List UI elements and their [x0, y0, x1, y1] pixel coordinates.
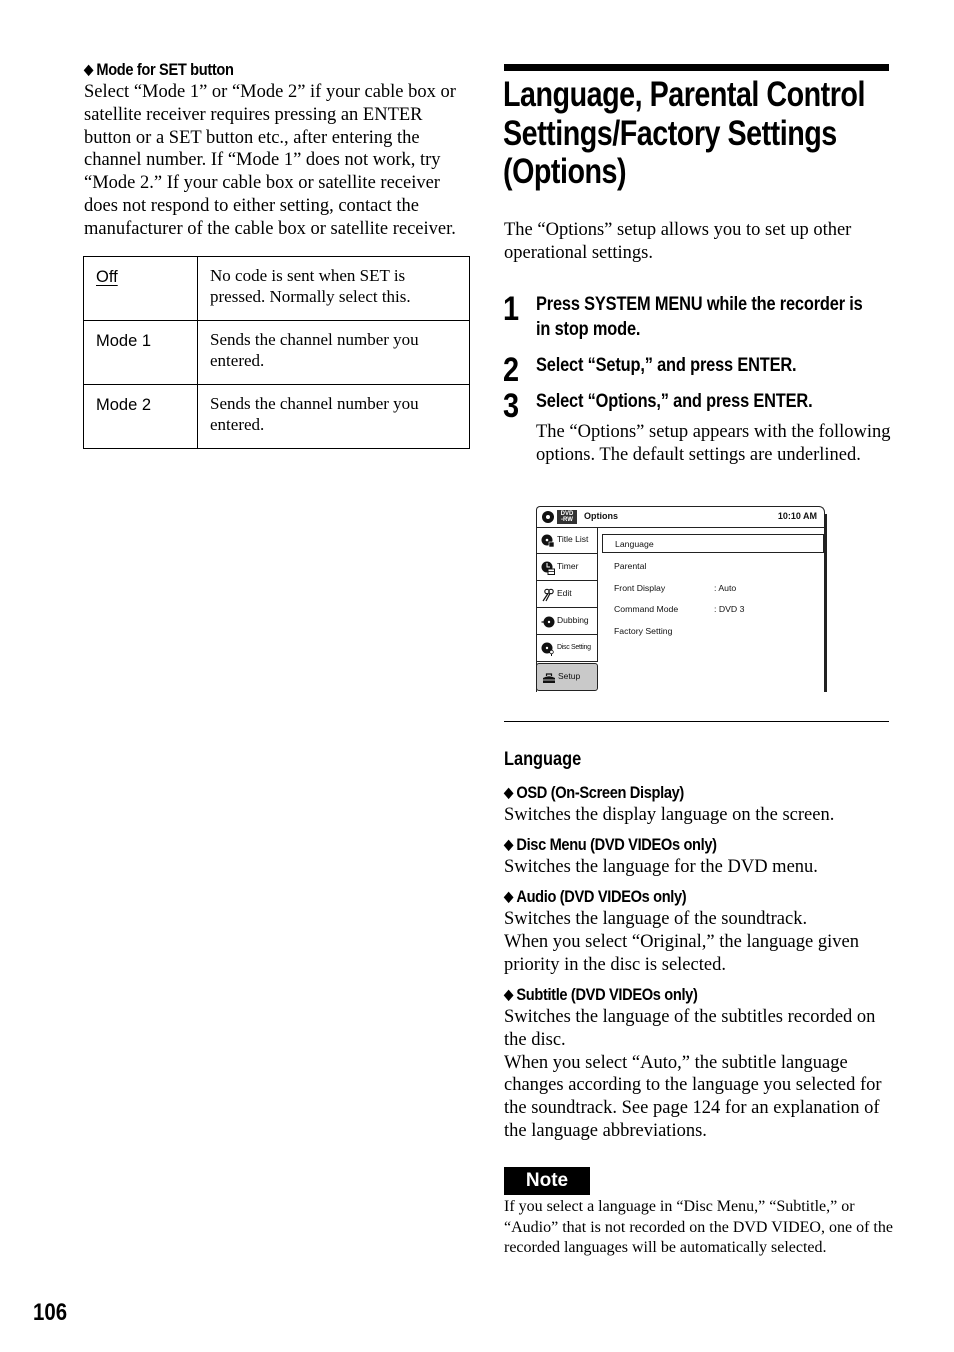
osd-header: DVD -RW Options 10:10 AM — [536, 506, 826, 528]
language-option-disc-menu: ◆ Disc Menu (DVD VIDEOs only) Switches th… — [504, 833, 894, 879]
option-description: Switches the display language on the scr… — [504, 805, 835, 825]
set-button-mode-section: ◆ Mode for SET button Select “Mode 1” or … — [84, 58, 474, 241]
sidebar-item-title-list[interactable]: Title List — [536, 527, 598, 554]
setup-toolbox-icon — [543, 673, 555, 683]
osd-clock: 10:10 AM — [777, 511, 817, 521]
osd-options-menu: Language Parental Front Display: Auto Co… — [602, 534, 824, 643]
dubbing-icon — [541, 616, 555, 628]
dvd-rw-badge-icon: DVD -RW — [557, 510, 577, 524]
options-screen-illustration: DVD -RW Options 10:10 AM Title List Timer… — [536, 506, 828, 692]
title-list-icon — [541, 534, 555, 548]
step-3-description: The “Options” setup appears with the fol… — [536, 422, 891, 465]
sidebar-item-setup[interactable]: Setup — [536, 663, 598, 691]
option-description: Switches the language of the soundtrack. — [504, 909, 808, 929]
sidebar-item-timer[interactable]: Timer — [536, 554, 598, 581]
option-description: When you select “Original,” the language… — [504, 931, 859, 975]
section-top-rule — [504, 64, 889, 71]
page-number: 106 — [33, 1299, 68, 1326]
sidebar-item-edit[interactable]: Edit — [536, 581, 598, 608]
diamond-bullet-icon: ◆ — [504, 986, 513, 1002]
command-mode-value: : DVD 3 — [714, 604, 745, 615]
table-row: Off No code is sent when SET is pressed.… — [83, 256, 470, 321]
diamond-bullet-icon: ◆ — [84, 61, 93, 77]
option-mode-1: Mode 1 — [83, 320, 198, 385]
disc-icon — [542, 511, 554, 523]
option-off: Off — [96, 268, 118, 286]
step-instruction: Press SYSTEM MENU while the recorder is … — [536, 293, 863, 340]
option-description: Sends the channel number you entered. — [197, 320, 470, 385]
edit-scissors-icon — [542, 588, 554, 602]
step-instruction: Select “Options,” and press ENTER. — [536, 390, 813, 412]
section-intro: The “Options” setup allows you to set up… — [504, 220, 852, 263]
step-number: 2 — [503, 351, 520, 389]
diamond-bullet-icon: ◆ — [504, 784, 513, 800]
option-mode-2: Mode 2 — [83, 384, 198, 449]
table-row: Mode 2 Sends the channel number you ente… — [83, 384, 470, 449]
front-display-value: : Auto — [714, 582, 737, 593]
table-row: Mode 1 Sends the channel number you ente… — [83, 320, 470, 385]
option-description: When you select “Auto,” the subtitle lan… — [504, 1052, 882, 1141]
osd-sidebar: Title List Timer Edit Dubbing Disc Setti… — [536, 527, 598, 691]
section-title: Language, Parental Control Settings/Fact… — [503, 75, 865, 191]
step-number: 1 — [503, 290, 520, 328]
menu-item-factory-setting[interactable]: Factory Setting — [602, 621, 824, 643]
osd-title: Options — [584, 511, 618, 521]
option-heading: Disc Menu (DVD VIDEOs only) — [516, 835, 717, 854]
language-option-osd: ◆ OSD (On-Screen Display) Switches the di… — [504, 781, 894, 827]
menu-item-language[interactable]: Language — [602, 534, 824, 553]
section-divider — [504, 721, 889, 723]
menu-item-front-display[interactable]: Front Display: Auto — [602, 578, 824, 600]
option-heading: Audio (DVD VIDEOs only) — [516, 887, 687, 906]
option-heading: Subtitle (DVD VIDEOs only) — [516, 985, 698, 1004]
set-mode-table: Off No code is sent when SET is pressed.… — [83, 256, 470, 449]
diamond-bullet-icon: ◆ — [504, 836, 513, 852]
diamond-bullet-icon: ◆ — [504, 888, 513, 904]
language-heading: Language — [504, 749, 582, 770]
option-description: Switches the language for the DVD menu. — [504, 857, 818, 877]
osd-right-edge — [825, 514, 827, 692]
menu-item-parental[interactable]: Parental — [602, 556, 824, 578]
set-button-mode-paragraph: Select “Mode 1” or “Mode 2” if your cabl… — [84, 82, 456, 239]
sidebar-item-dubbing[interactable]: Dubbing — [536, 608, 598, 635]
option-heading: OSD (On-Screen Display) — [516, 783, 684, 802]
sidebar-item-disc-setting[interactable]: Disc Setting — [536, 635, 598, 662]
menu-item-command-mode[interactable]: Command Mode: DVD 3 — [602, 599, 824, 621]
set-button-mode-heading: ◆ Mode for SET button — [84, 60, 234, 79]
language-option-audio: ◆ Audio (DVD VIDEOs only) Switches the la… — [504, 885, 894, 976]
disc-setting-icon — [541, 642, 554, 656]
note-text: If you select a language in “Disc Menu,”… — [504, 1198, 893, 1257]
step-number: 3 — [503, 387, 520, 425]
language-option-subtitle: ◆ Subtitle (DVD VIDEOs only) Switches the… — [504, 983, 894, 1143]
option-description: Switches the language of the subtitles r… — [504, 1007, 876, 1050]
option-description: No code is sent when SET is pressed. Nor… — [197, 256, 470, 321]
option-description: Sends the channel number you entered. — [197, 384, 470, 449]
step-instruction: Select “Setup,” and press ENTER. — [536, 354, 797, 376]
note-badge: Note — [504, 1167, 590, 1195]
timer-icon — [541, 561, 555, 575]
